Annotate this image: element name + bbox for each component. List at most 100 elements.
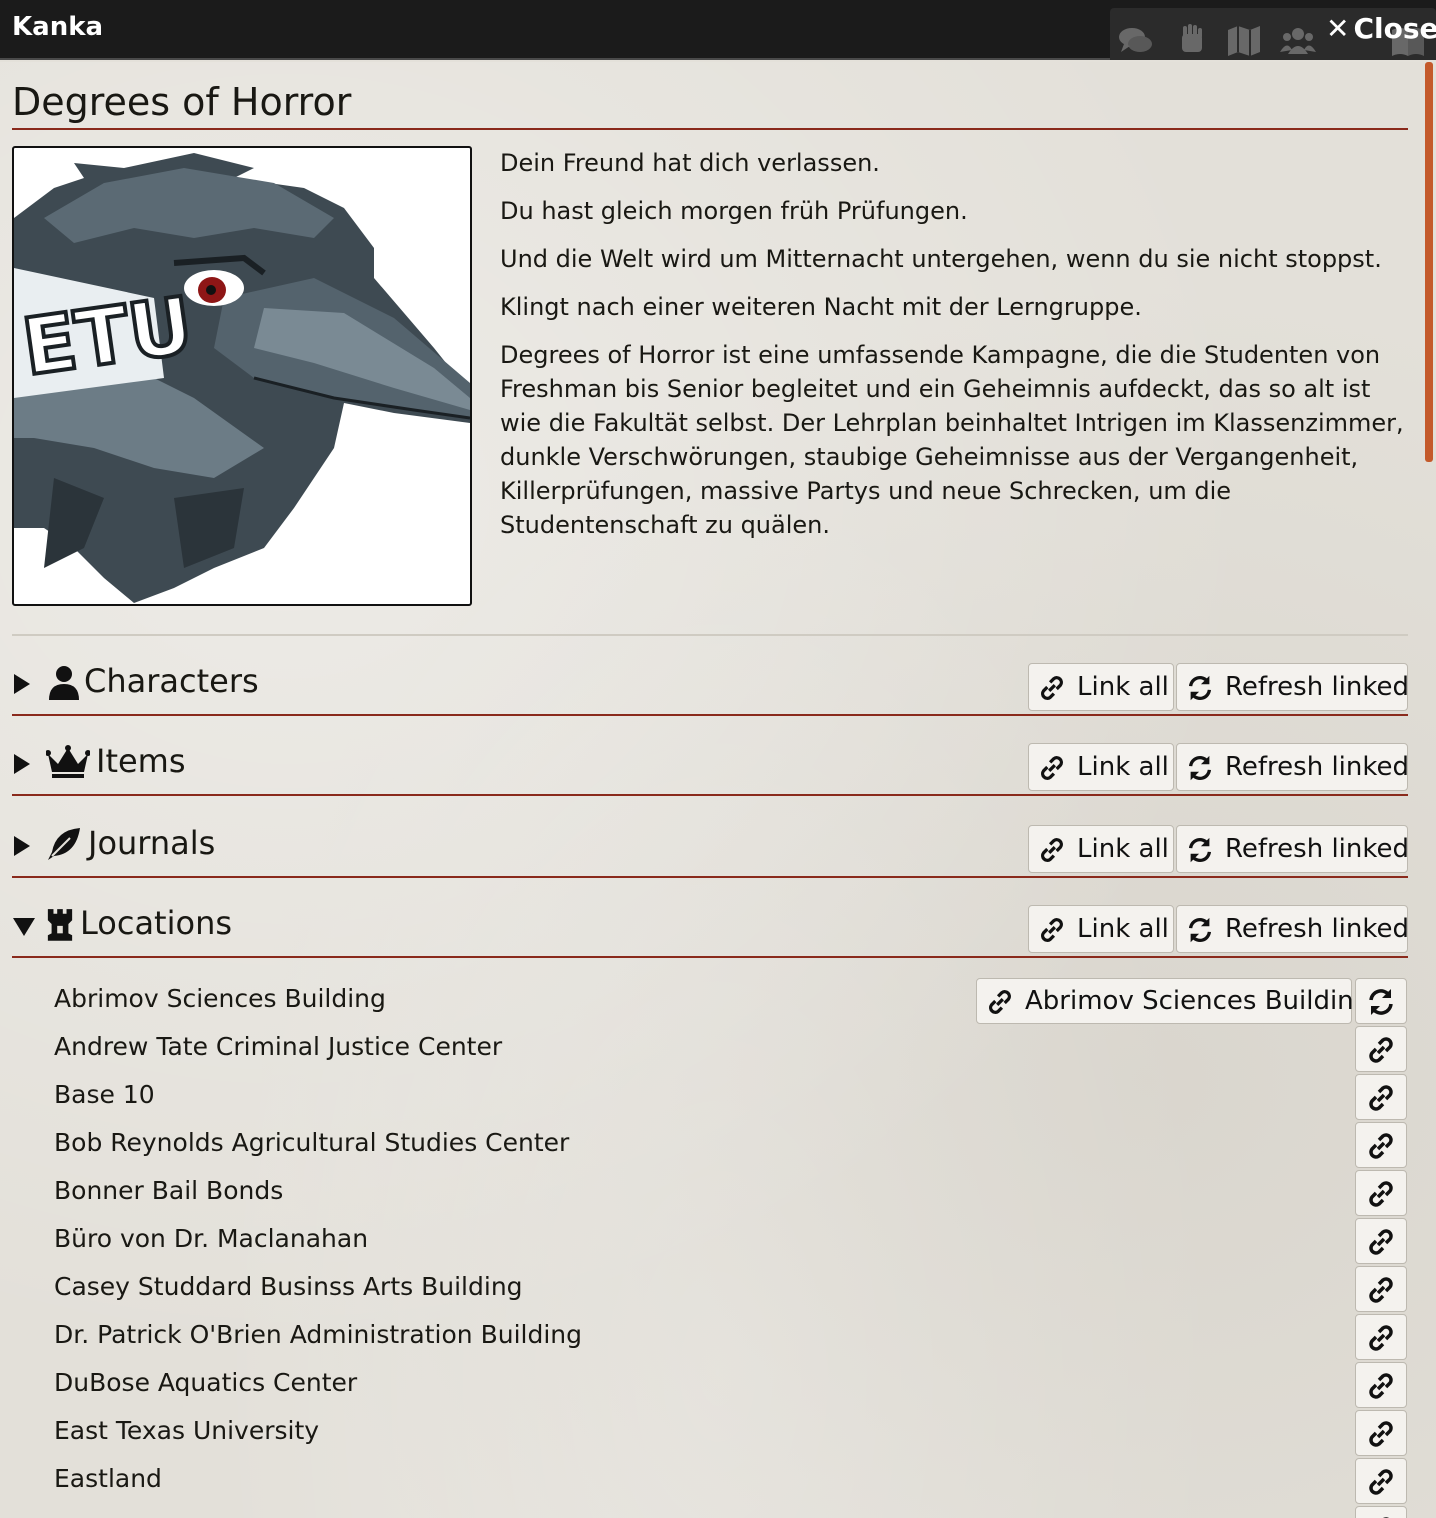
section-label-journals[interactable]: Journals [88, 824, 215, 862]
crow-mascot-image: ETU [14, 153, 470, 603]
list-item: Dr. Patrick O'Brien Administration Build… [54, 1320, 582, 1349]
link-icon [1041, 918, 1063, 942]
section-label-characters[interactable]: Characters [84, 662, 259, 700]
user-icon [49, 666, 79, 700]
app-title: Kanka [12, 12, 104, 42]
description-line-2: Du hast gleich morgen früh Prüfungen. [500, 197, 968, 225]
section-locations: Locations Link all Refresh linked [12, 900, 1410, 958]
link-icon [1369, 1085, 1393, 1111]
link-all-label: Link all [1077, 752, 1169, 782]
caret-right-icon[interactable] [12, 834, 32, 858]
hand-icon[interactable] [1174, 24, 1210, 58]
page-title: Degrees of Horror [12, 80, 352, 124]
link-icon [1369, 1325, 1393, 1351]
link-icon [1041, 676, 1063, 700]
link-button[interactable] [1355, 1266, 1407, 1312]
section-journals: Journals Link all Refresh linked [12, 820, 1410, 878]
link-icon [1369, 1037, 1393, 1063]
description-line-1: Dein Freund hat dich verlassen. [500, 149, 880, 177]
characters-link-all-button[interactable]: Link all [1028, 663, 1174, 711]
section-label-items[interactable]: Items [96, 742, 186, 780]
section-items: Items Link all Refresh linked [12, 738, 1410, 796]
refresh-icon [1188, 837, 1212, 863]
linked-handout-label: Abrimov Sciences Building [1025, 986, 1371, 1016]
campaign-image: ETU [12, 146, 472, 606]
open-linked-handout-button[interactable]: Abrimov Sciences Building [976, 978, 1370, 1024]
link-icon [1369, 1469, 1393, 1495]
link-button[interactable] [1355, 1026, 1407, 1072]
list-item: Bob Reynolds Agricultural Studies Center [54, 1128, 570, 1157]
refresh-icon [1369, 989, 1393, 1015]
list-item: Büro von Dr. Maclanahan [54, 1224, 369, 1253]
link-icon [1369, 1229, 1393, 1255]
refresh-icon [1188, 755, 1212, 781]
refresh-linked-label: Refresh linked [1225, 834, 1410, 864]
list-item: Base 10 [54, 1080, 155, 1109]
refresh-icon [1188, 917, 1212, 943]
close-icon: ✕ [1326, 12, 1350, 45]
link-button[interactable] [1355, 1362, 1407, 1408]
link-all-label: Link all [1077, 672, 1169, 702]
link-icon [1041, 838, 1063, 862]
refresh-linked-label: Refresh linked [1225, 914, 1410, 944]
handout-content[interactable]: Degrees of Horror ETU Dein Freund hat di… [0, 62, 1436, 1518]
scrollbar[interactable] [1425, 62, 1433, 462]
list-item: Casey Studdard Businss Arts Building [54, 1272, 523, 1301]
chat-icon[interactable] [1118, 24, 1154, 58]
title-divider [12, 128, 1408, 130]
link-icon [1369, 1181, 1393, 1207]
link-button[interactable] [1355, 1314, 1407, 1360]
link-icon [1369, 1133, 1393, 1159]
caret-right-icon[interactable] [12, 752, 32, 776]
link-icon [1369, 1277, 1393, 1303]
link-icon [1369, 1421, 1393, 1447]
description-text: Dein Freund hat dich verlassen. Du hast … [500, 146, 1410, 556]
caret-down-icon[interactable] [12, 914, 36, 938]
refresh-linked-label: Refresh linked [1225, 752, 1410, 782]
map-icon[interactable] [1226, 24, 1262, 58]
list-item: DuBose Aquatics Center [54, 1368, 358, 1397]
castle-icon [47, 909, 73, 941]
description-line-3: Und die Welt wird um Mitternacht unterge… [500, 245, 1382, 273]
close-label: Close [1353, 12, 1436, 45]
items-link-all-button[interactable]: Link all [1028, 743, 1174, 791]
link-button[interactable] [1355, 1170, 1407, 1216]
link-button[interactable] [1355, 1122, 1407, 1168]
list-item: Abrimov Sciences Building [54, 984, 386, 1013]
refresh-icon [1188, 675, 1212, 701]
crown-icon [46, 745, 90, 778]
feather-icon [48, 828, 80, 860]
link-icon [1369, 1373, 1393, 1399]
caret-right-icon[interactable] [12, 672, 32, 696]
description-line-4: Klingt nach einer weiteren Nacht mit der… [500, 293, 1142, 321]
description-paragraph: Degrees of Horror ist eine umfassende Ka… [500, 341, 1404, 539]
close-button[interactable]: ✕ Close [1326, 12, 1436, 45]
link-button[interactable] [1355, 1506, 1407, 1518]
link-all-label: Link all [1077, 834, 1169, 864]
locations-refresh-linked-button[interactable]: Refresh linked [1176, 905, 1410, 953]
list-item: Andrew Tate Criminal Justice Center [54, 1032, 503, 1061]
link-icon [1041, 756, 1063, 780]
characters-refresh-linked-button[interactable]: Refresh linked [1176, 663, 1410, 711]
link-button[interactable] [1355, 1218, 1407, 1264]
window-titlebar: Kanka ✕ Close [0, 0, 1436, 60]
link-icon [1383, 1517, 1389, 1518]
items-refresh-linked-button[interactable]: Refresh linked [1176, 743, 1410, 791]
link-button[interactable] [1355, 1458, 1407, 1504]
list-item: Eastland [54, 1464, 162, 1493]
link-button[interactable] [1355, 1410, 1407, 1456]
content-divider [12, 634, 1408, 636]
link-icon [989, 990, 1011, 1014]
link-button[interactable] [1355, 1074, 1407, 1120]
users-icon[interactable] [1280, 24, 1316, 58]
journals-link-all-button[interactable]: Link all [1028, 825, 1174, 873]
list-item: Bonner Bail Bonds [54, 1176, 284, 1205]
section-label-locations[interactable]: Locations [80, 904, 232, 942]
refresh-link-button[interactable] [1355, 978, 1407, 1024]
link-all-label: Link all [1077, 914, 1169, 944]
list-item: East Texas University [54, 1416, 320, 1445]
section-characters: Characters Link all Refresh linked [12, 658, 1410, 716]
journals-refresh-linked-button[interactable]: Refresh linked [1176, 825, 1410, 873]
refresh-linked-label: Refresh linked [1225, 672, 1410, 702]
locations-link-all-button[interactable]: Link all [1028, 905, 1174, 953]
